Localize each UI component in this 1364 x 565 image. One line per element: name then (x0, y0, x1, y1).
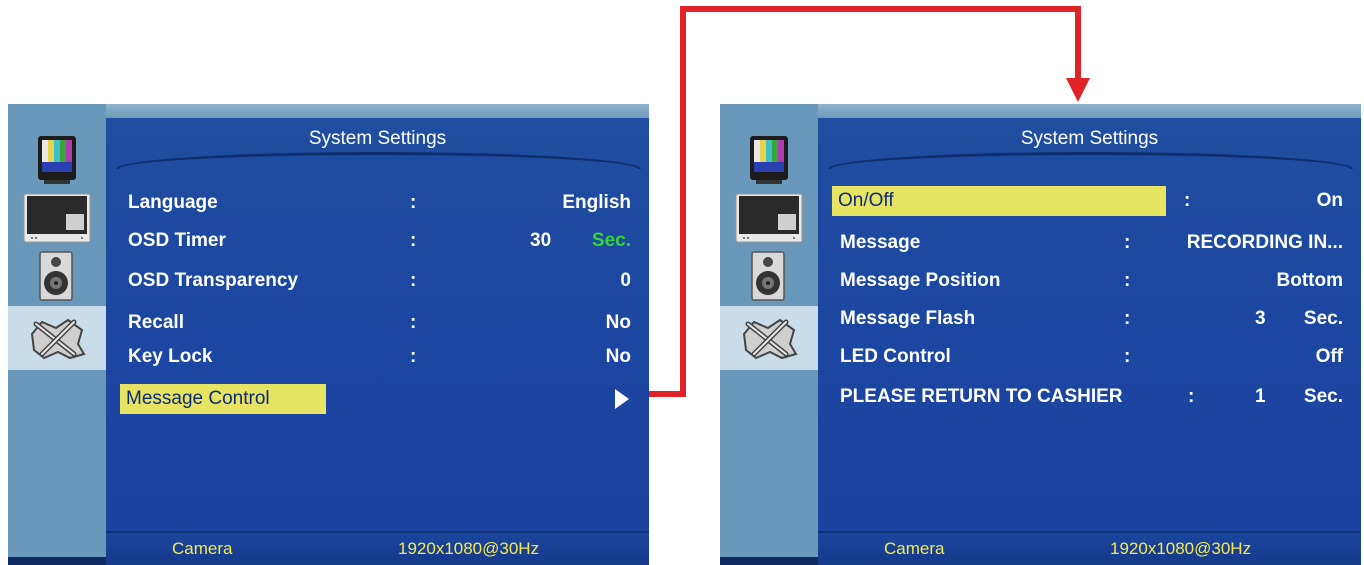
menu-row-message-control[interactable]: Message Control (106, 384, 649, 414)
osd-sidebar (720, 104, 818, 565)
input-source: Camera (172, 539, 233, 558)
status-footer: Camera 1920x1080@30Hz (818, 531, 1361, 565)
submenu-arrow-icon[interactable] (615, 389, 629, 409)
row-unit: Sec. (591, 230, 631, 251)
input-source: Camera (884, 539, 945, 558)
row-colon: : (1124, 232, 1131, 253)
menu-row-key-lock[interactable]: Key Lock : No (106, 342, 649, 372)
row-colon: : (410, 346, 417, 367)
row-value: On (1316, 190, 1343, 211)
row-colon: : (1124, 270, 1131, 291)
osd-main-area: System Settings Language : English OSD T… (106, 118, 649, 565)
status-footer: Camera 1920x1080@30Hz (106, 531, 649, 565)
connector-line-vertical (680, 6, 686, 397)
row-value: Off (1315, 346, 1343, 367)
row-colon: : (1124, 346, 1131, 367)
page-title: System Settings (1020, 128, 1159, 149)
menu-row-recall[interactable]: Recall : No (106, 308, 649, 338)
menu-row-message-position[interactable]: Message Position : Bottom (818, 266, 1361, 296)
menu-row-osd-timer[interactable]: OSD Timer : 30 Sec. (106, 226, 649, 256)
row-label: Recall (128, 312, 184, 333)
row-value: No (605, 312, 631, 333)
row-number: 1 (1255, 386, 1266, 407)
row-label: Language (128, 192, 218, 213)
row-label: OSD Transparency (128, 270, 299, 291)
osd-main-area: System Settings On/Off : On Message : RE… (818, 118, 1361, 565)
resolution: 1920x1080@30Hz (1110, 539, 1252, 558)
row-label: On/Off (838, 190, 894, 211)
row-value: No (605, 346, 631, 367)
row-value: RECORDING IN... (1186, 232, 1343, 253)
page-title: System Settings (308, 128, 447, 149)
menu-row-please-return[interactable]: PLEASE RETURN TO CASHIER : 1 Sec. (818, 382, 1361, 412)
title-underline (828, 152, 1353, 169)
connector-line-down (1075, 6, 1081, 78)
menu-row-osd-transparency[interactable]: OSD Transparency : 0 (106, 266, 649, 296)
row-number: 30 (530, 230, 552, 251)
row-colon: : (410, 230, 417, 251)
connector-arrow-head (1066, 78, 1090, 102)
row-unit: Sec. (1303, 386, 1343, 407)
tv-color-bars-icon[interactable] (22, 136, 92, 188)
menu-row-language[interactable]: Language : English (106, 188, 649, 218)
resolution: 1920x1080@30Hz (398, 539, 540, 558)
tv-color-bars-icon[interactable] (734, 136, 804, 188)
osd-panel-left: System Settings Language : English OSD T… (8, 104, 649, 565)
monitor-pip-icon[interactable] (22, 192, 92, 244)
monitor-pip-icon[interactable] (734, 192, 804, 244)
row-label: OSD Timer (128, 230, 226, 251)
tools-gear-icon[interactable] (734, 312, 804, 364)
connector-line-top (680, 6, 1080, 12)
sidebar-bottom-strip (8, 557, 106, 565)
row-label: Message Flash (840, 308, 976, 329)
row-colon: : (1184, 190, 1191, 211)
row-value: Bottom (1276, 270, 1343, 291)
menu-row-message-flash[interactable]: Message Flash : 3 Sec. (818, 304, 1361, 334)
row-colon: : (1124, 308, 1131, 329)
tools-gear-icon[interactable] (22, 312, 92, 364)
speaker-icon[interactable] (22, 250, 92, 302)
speaker-icon[interactable] (734, 250, 804, 302)
row-label: PLEASE RETURN TO CASHIER (840, 386, 1123, 407)
menu-row-on-off[interactable]: On/Off : On (818, 186, 1361, 216)
row-value: 0 (620, 270, 631, 291)
row-value: English (562, 192, 631, 213)
row-colon: : (410, 312, 417, 333)
osd-panel-right: System Settings On/Off : On Message : RE… (720, 104, 1361, 565)
menu-row-led-control[interactable]: LED Control : Off (818, 342, 1361, 372)
menu-row-message[interactable]: Message : RECORDING IN... (818, 228, 1361, 258)
row-label: Message Control (126, 388, 270, 409)
row-colon: : (410, 192, 417, 213)
title-underline (116, 152, 641, 169)
row-colon: : (410, 270, 417, 291)
row-label: Message Position (840, 270, 1001, 291)
osd-sidebar (8, 104, 106, 565)
row-unit: Sec. (1303, 308, 1343, 329)
row-colon: : (1188, 386, 1195, 407)
sidebar-bottom-strip (720, 557, 818, 565)
row-label: LED Control (840, 346, 951, 367)
row-label: Key Lock (128, 346, 213, 367)
row-label: Message (840, 232, 921, 253)
row-number: 3 (1255, 308, 1266, 329)
